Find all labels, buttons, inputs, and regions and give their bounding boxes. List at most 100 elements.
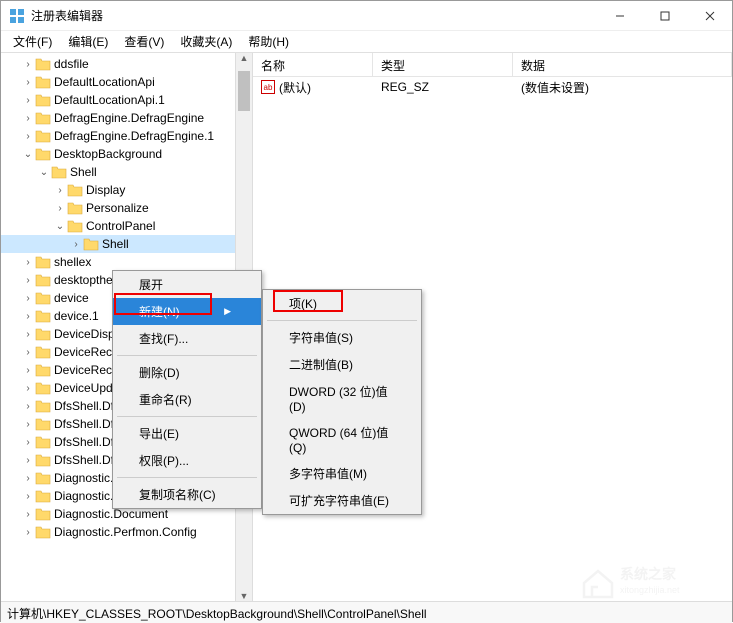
menu-file[interactable]: 文件(F): [5, 31, 60, 52]
chevron-right-icon[interactable]: ›: [21, 347, 35, 358]
ctx-new-multi[interactable]: 多字符串值(M): [263, 460, 421, 487]
tree-item-label: ddsfile: [54, 57, 89, 71]
tree-item-label: Diagnostic.Document: [54, 507, 168, 521]
tree-item[interactable]: › Display: [1, 181, 252, 199]
chevron-right-icon[interactable]: ›: [21, 95, 35, 106]
context-menu: 展开 新建(N)▶ 查找(F)... 删除(D) 重命名(R) 导出(E) 权限…: [112, 270, 262, 509]
chevron-right-icon[interactable]: ›: [21, 437, 35, 448]
tree-item[interactable]: ›Diagnostic.Perfmon.Config: [1, 523, 252, 541]
menu-help[interactable]: 帮助(H): [240, 31, 297, 52]
col-name[interactable]: 名称: [253, 53, 373, 76]
tree-item[interactable]: ⌄Shell: [1, 163, 252, 181]
value-name: (默认): [279, 79, 311, 96]
chevron-right-icon[interactable]: ›: [21, 59, 35, 70]
chevron-right-icon[interactable]: ›: [21, 527, 35, 538]
tree-item[interactable]: › Shell: [1, 235, 252, 253]
tree-item-label: desktopthe: [54, 273, 113, 287]
tree-item[interactable]: ›DefragEngine.DefragEngine.1: [1, 127, 252, 145]
chevron-right-icon[interactable]: ›: [53, 203, 67, 214]
ctx-new-string[interactable]: 字符串值(S): [263, 324, 421, 351]
svg-text:系统之家: 系统之家: [620, 566, 677, 582]
tree-item-label: Display: [86, 183, 125, 197]
chevron-right-icon[interactable]: ›: [21, 455, 35, 466]
maximize-button[interactable]: [642, 1, 687, 31]
chevron-right-icon[interactable]: ›: [21, 257, 35, 268]
chevron-right-icon[interactable]: ›: [21, 509, 35, 520]
ctx-copy-key-name[interactable]: 复制项名称(C): [113, 481, 261, 508]
ctx-new-qword[interactable]: QWORD (64 位)值(Q): [263, 419, 421, 460]
scroll-up-icon[interactable]: ▲: [236, 53, 252, 63]
folder-icon: [35, 147, 51, 161]
ctx-find[interactable]: 查找(F)...: [113, 325, 261, 352]
folder-icon: [35, 345, 51, 359]
tree-item[interactable]: ›shellex: [1, 253, 252, 271]
chevron-right-icon[interactable]: ›: [21, 419, 35, 430]
ctx-new-dword[interactable]: DWORD (32 位)值(D): [263, 378, 421, 419]
chevron-right-icon[interactable]: ›: [69, 239, 83, 250]
submenu-arrow-icon: ▶: [224, 306, 231, 317]
ctx-expand[interactable]: 展开: [113, 271, 261, 298]
tree-item-label: DfsShell.Df: [54, 417, 114, 431]
ctx-export[interactable]: 导出(E): [113, 420, 261, 447]
ctx-permissions[interactable]: 权限(P)...: [113, 447, 261, 474]
ctx-new-binary[interactable]: 二进制值(B): [263, 351, 421, 378]
tree-item-label: DesktopBackground: [54, 147, 162, 161]
chevron-right-icon[interactable]: ›: [21, 311, 35, 322]
chevron-right-icon[interactable]: ›: [21, 473, 35, 484]
chevron-right-icon[interactable]: ›: [21, 77, 35, 88]
tree-item[interactable]: › ddsfile: [1, 55, 252, 73]
scroll-thumb[interactable]: [238, 71, 250, 111]
tree-item[interactable]: › Personalize: [1, 199, 252, 217]
tree-item[interactable]: ⌄ ControlPanel: [1, 217, 252, 235]
folder-icon: [35, 255, 51, 269]
chevron-right-icon[interactable]: ›: [21, 329, 35, 340]
chevron-down-icon[interactable]: ⌄: [37, 167, 51, 178]
folder-icon: [35, 525, 51, 539]
tree-item[interactable]: ⌄ DesktopBackground: [1, 145, 252, 163]
tree-item-label: Personalize: [86, 201, 149, 215]
minimize-button[interactable]: [597, 1, 642, 31]
value-data: (数值未设置): [513, 77, 597, 98]
ctx-new-expand[interactable]: 可扩充字符串值(E): [263, 487, 421, 514]
scroll-down-icon[interactable]: ▼: [236, 591, 252, 601]
ctx-new-key[interactable]: 项(K): [263, 290, 421, 317]
tree-item[interactable]: ›DefaultLocationApi: [1, 73, 252, 91]
tree-item[interactable]: ›DefragEngine.DefragEngine: [1, 109, 252, 127]
ctx-rename[interactable]: 重命名(R): [113, 386, 261, 413]
menu-favorites[interactable]: 收藏夹(A): [172, 31, 240, 52]
ctx-separator: [267, 320, 417, 321]
tree-item[interactable]: ›DefaultLocationApi.1: [1, 91, 252, 109]
list-row[interactable]: ab (默认) REG_SZ (数值未设置): [253, 77, 732, 97]
col-type[interactable]: 类型: [373, 53, 513, 76]
chevron-right-icon[interactable]: ›: [21, 383, 35, 394]
folder-icon: [35, 435, 51, 449]
chevron-right-icon[interactable]: ›: [21, 275, 35, 286]
col-data[interactable]: 数据: [513, 53, 732, 76]
chevron-right-icon[interactable]: ›: [21, 113, 35, 124]
chevron-down-icon[interactable]: ⌄: [21, 149, 35, 160]
menu-view[interactable]: 查看(V): [116, 31, 172, 52]
folder-icon: [35, 471, 51, 485]
chevron-right-icon[interactable]: ›: [21, 293, 35, 304]
window-title: 注册表编辑器: [31, 7, 597, 24]
app-icon: [9, 8, 25, 24]
ctx-delete[interactable]: 删除(D): [113, 359, 261, 386]
tree-item-label: ControlPanel: [86, 219, 155, 233]
chevron-right-icon[interactable]: ›: [21, 131, 35, 142]
menu-edit[interactable]: 编辑(E): [60, 31, 116, 52]
chevron-down-icon[interactable]: ⌄: [53, 221, 67, 232]
ctx-separator: [117, 355, 257, 356]
folder-icon: [67, 201, 83, 215]
ctx-new[interactable]: 新建(N)▶: [113, 298, 261, 325]
chevron-right-icon[interactable]: ›: [21, 401, 35, 412]
chevron-right-icon[interactable]: ›: [53, 185, 67, 196]
close-button[interactable]: [687, 1, 732, 31]
folder-icon: [35, 75, 51, 89]
tree-item-label: Shell: [102, 237, 129, 251]
ctx-separator: [117, 477, 257, 478]
value-type: REG_SZ: [373, 78, 513, 96]
chevron-right-icon[interactable]: ›: [21, 491, 35, 502]
chevron-right-icon[interactable]: ›: [21, 365, 35, 376]
folder-icon: [51, 165, 67, 179]
context-submenu-new: 项(K) 字符串值(S) 二进制值(B) DWORD (32 位)值(D) QW…: [262, 289, 422, 515]
